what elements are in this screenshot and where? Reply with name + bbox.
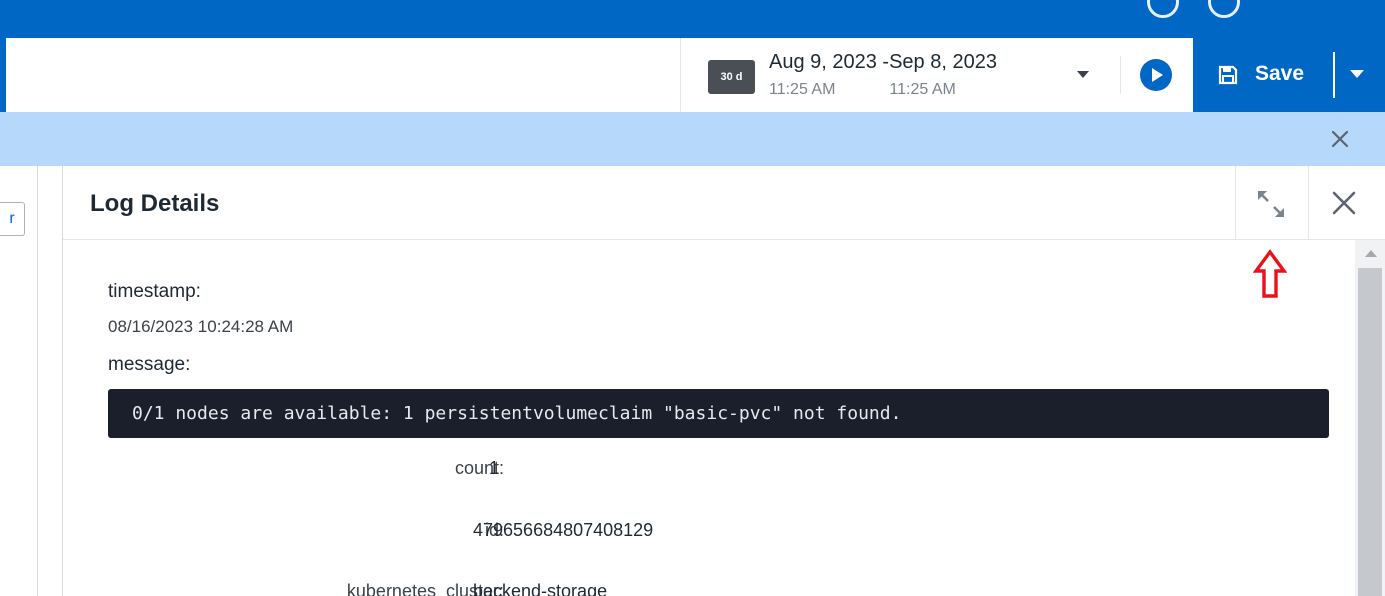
save-label: Save — [1255, 62, 1305, 85]
detail-value: backend-storage — [473, 581, 608, 596]
app-window: 30 d Aug 9, 2023 -Sep 8, 2023 11:25 AM 11… — [0, 0, 1385, 596]
chevron-down-icon[interactable] — [1077, 71, 1089, 78]
save-options-chevron-icon[interactable] — [1350, 70, 1364, 78]
toolbar-divider — [1120, 56, 1121, 94]
timestamp-value: 08/16/2023 10:24:28 AM — [108, 317, 294, 336]
banner-close-icon[interactable] — [1327, 126, 1353, 152]
dashboard-toolbar: 30 d Aug 9, 2023 -Sep 8, 2023 11:25 AM 11… — [0, 38, 1385, 113]
detail-value: 479656684807408129 — [473, 520, 654, 540]
panel-title: Log Details — [90, 190, 220, 217]
range-badge: 30 d — [708, 60, 755, 94]
save-button[interactable]: Save — [1193, 38, 1333, 112]
scrollbar[interactable] — [1355, 240, 1385, 596]
message-label: message: — [108, 354, 191, 375]
close-icon[interactable] — [1329, 188, 1359, 218]
header-divider — [1308, 166, 1309, 239]
play-icon[interactable] — [1140, 59, 1172, 91]
detail-row: kubernetes_cluster: backend-storage — [108, 581, 1329, 596]
message-box: 0/1 nodes are available: 1 persistentvol… — [108, 389, 1329, 438]
save-separator — [1333, 52, 1335, 98]
log-details-panel: Log Details timestamp: 08/16/2023 10:24:… — [62, 166, 1385, 596]
toolbar-edge — [0, 38, 6, 112]
message-text: 0/1 nodes are available: 1 persistentvol… — [132, 403, 902, 424]
header-user-icon[interactable] — [1147, 0, 1179, 18]
detail-row: id: 479656684807408129 — [108, 520, 1329, 550]
date-times: 11:25 AM 11:25 AM — [769, 81, 956, 99]
left-panel: r — [0, 166, 38, 596]
timestamp-label: timestamp: — [108, 281, 201, 302]
header-help-icon[interactable] — [1208, 0, 1240, 18]
left-panel-button[interactable]: r — [0, 202, 25, 236]
info-banner — [0, 112, 1385, 166]
log-details-header: Log Details — [63, 166, 1385, 240]
date-range-text: Aug 9, 2023 -Sep 8, 2023 — [769, 51, 997, 73]
panel-gap — [38, 166, 62, 596]
time-range-picker[interactable]: 30 d Aug 9, 2023 -Sep 8, 2023 11:25 AM 11… — [680, 38, 1121, 112]
expand-icon[interactable] — [1253, 186, 1289, 222]
start-time: 11:25 AM — [769, 81, 836, 98]
detail-value: 1 — [489, 458, 500, 478]
scrollbar-thumb[interactable] — [1358, 268, 1382, 596]
floppy-disk-icon — [1218, 65, 1238, 85]
header-divider — [1235, 166, 1236, 239]
scroll-up-icon[interactable] — [1365, 250, 1377, 257]
top-header-bar — [0, 0, 1385, 38]
save-button-group: Save — [1193, 38, 1385, 112]
red-up-arrow-icon — [1253, 249, 1287, 298]
end-time: 11:25 AM — [889, 81, 956, 98]
detail-row: count: 1 — [108, 458, 1329, 488]
